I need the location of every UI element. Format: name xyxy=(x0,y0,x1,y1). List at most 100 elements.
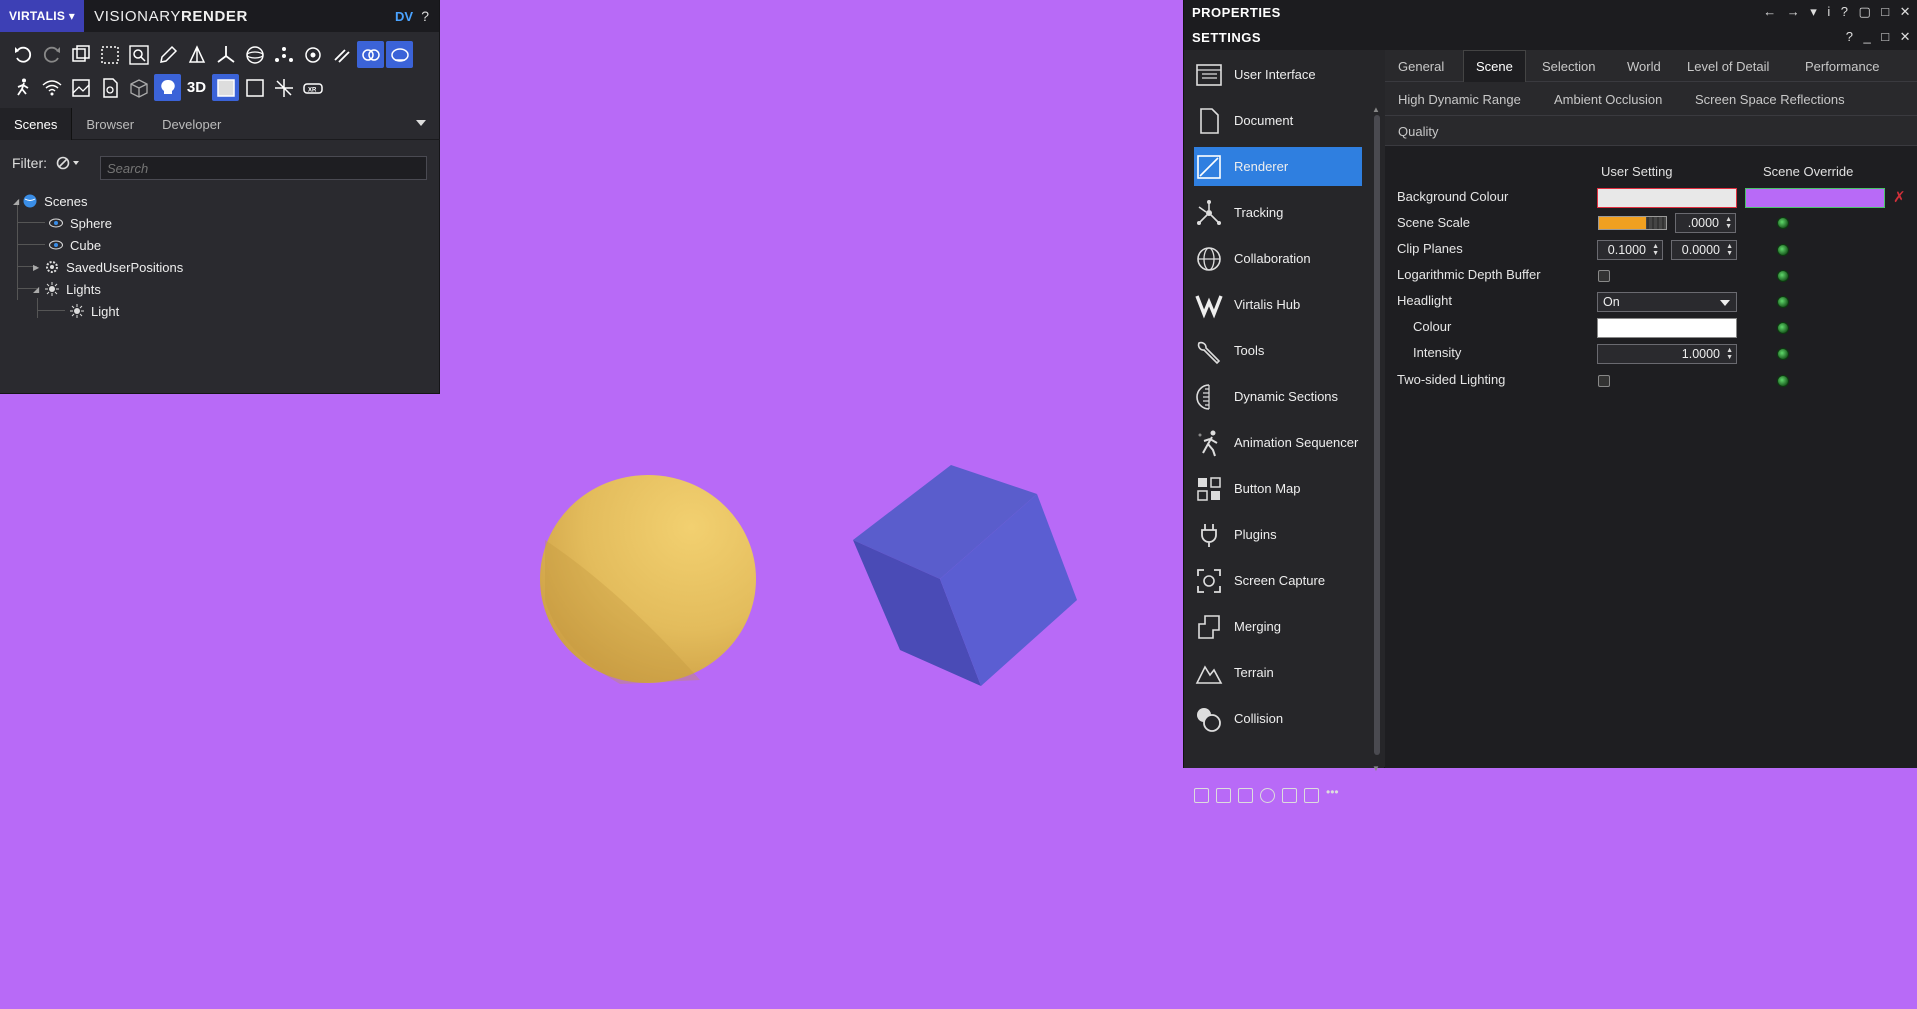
background-override-swatch[interactable] xyxy=(1745,188,1885,208)
axis-icon[interactable] xyxy=(212,41,239,68)
tree-node-lights[interactable]: ◢ Lights xyxy=(33,278,101,300)
sidebar-item-plugins[interactable]: Plugins xyxy=(1194,515,1362,554)
fit-icon[interactable] xyxy=(1304,788,1319,803)
sidebar-item-tools[interactable]: Tools xyxy=(1194,331,1362,370)
search-input[interactable] xyxy=(100,156,427,180)
edit-icon[interactable] xyxy=(154,41,181,68)
back-button[interactable]: ← xyxy=(1763,4,1777,20)
frame-icon[interactable] xyxy=(1282,788,1297,803)
tab-performance[interactable]: Performance xyxy=(1793,50,1891,82)
walk-icon[interactable] xyxy=(9,74,36,101)
select-box-icon[interactable] xyxy=(96,41,123,68)
link-icon[interactable] xyxy=(328,41,355,68)
sidebar-item-virtalis-hub[interactable]: Virtalis Hub xyxy=(1194,285,1362,324)
close-button[interactable]: ✕ xyxy=(1900,4,1911,20)
tab-scene[interactable]: Scene xyxy=(1463,50,1526,82)
maximize-button[interactable]: □ xyxy=(1881,29,1889,45)
tab-developer[interactable]: Developer xyxy=(148,108,235,140)
restore-button[interactable]: ▢ xyxy=(1858,4,1871,20)
tab-world[interactable]: World xyxy=(1615,50,1673,82)
square-icon[interactable] xyxy=(241,74,268,101)
scroll-down-icon[interactable]: ▼ xyxy=(1372,764,1380,773)
visible-eye-icon[interactable] xyxy=(48,215,64,231)
forward-button[interactable]: → xyxy=(1787,4,1801,20)
clip-near-input[interactable]: 0.1000 ▲ ▼ xyxy=(1597,240,1663,260)
tree-node-saved-positions[interactable]: ▶ SavedUserPositions xyxy=(33,256,183,278)
tab-scenes[interactable]: Scenes xyxy=(0,108,73,140)
menu-button[interactable]: ▾ xyxy=(1810,4,1817,20)
box-icon[interactable] xyxy=(125,74,152,101)
tab-ambient-occlusion[interactable]: Ambient Occlusion xyxy=(1554,82,1662,116)
log-depth-checkbox[interactable] xyxy=(1598,270,1610,282)
sidebar-item-tracking[interactable]: Tracking xyxy=(1194,193,1362,232)
two-sided-override-toggle[interactable] xyxy=(1777,375,1789,387)
duplicate-icon[interactable] xyxy=(1238,788,1253,803)
undo-icon[interactable] xyxy=(9,41,36,68)
image-icon[interactable] xyxy=(67,74,94,101)
sidebar-item-user-interface[interactable]: User Interface xyxy=(1194,55,1362,94)
tab-general[interactable]: General xyxy=(1386,50,1456,82)
hierarchy-icon[interactable] xyxy=(183,41,210,68)
sidebar-scrollbar[interactable] xyxy=(1374,115,1380,755)
list-icon[interactable] xyxy=(1216,788,1231,803)
redo-icon[interactable] xyxy=(38,41,65,68)
headlight-colour-override-toggle[interactable] xyxy=(1777,322,1789,334)
headlight-override-toggle[interactable] xyxy=(1777,296,1789,308)
help-button[interactable]: ? xyxy=(421,8,429,24)
sidebar-item-button-map[interactable]: Button Map xyxy=(1194,469,1362,508)
more-icon[interactable]: ••• xyxy=(1326,786,1341,803)
intensity-input[interactable]: 1.0000 ▲ ▼ xyxy=(1597,344,1737,364)
move-icon[interactable] xyxy=(270,74,297,101)
tree-node-cube[interactable]: Cube xyxy=(48,234,101,256)
dv-badge[interactable]: DV xyxy=(395,9,413,24)
help-button[interactable]: ? xyxy=(1846,29,1854,45)
tab-screen-space-reflections[interactable]: Screen Space Reflections xyxy=(1695,82,1845,116)
wifi-icon[interactable] xyxy=(38,74,65,101)
add-icon[interactable] xyxy=(1194,788,1209,803)
visible-eye-icon[interactable] xyxy=(48,237,64,253)
filter-clear-icon[interactable] xyxy=(55,155,83,171)
tab-quality[interactable]: Quality xyxy=(1398,116,1438,146)
sphere-icon[interactable] xyxy=(241,41,268,68)
tab-level-of-detail[interactable]: Level of Detail xyxy=(1675,50,1781,82)
3d-mode-button[interactable]: 3D xyxy=(183,74,210,101)
headlight-colour-swatch[interactable] xyxy=(1597,318,1737,338)
tabs-dropdown-icon[interactable] xyxy=(416,120,426,126)
tree-node-scenes[interactable]: ◢ Scenes xyxy=(13,190,88,212)
sidebar-item-animation-sequencer[interactable]: Animation Sequencer xyxy=(1194,423,1362,462)
collision-icon[interactable] xyxy=(357,41,384,68)
maximize-button[interactable]: □ xyxy=(1881,4,1889,20)
two-sided-lighting-checkbox[interactable] xyxy=(1598,375,1610,387)
target-icon[interactable] xyxy=(386,41,413,68)
document-icon[interactable] xyxy=(96,74,123,101)
sidebar-item-document[interactable]: Document xyxy=(1194,101,1362,140)
nodes-icon[interactable] xyxy=(270,41,297,68)
headlight-select[interactable]: On xyxy=(1597,292,1737,312)
scene-scale-slider[interactable] xyxy=(1598,216,1667,230)
scene-scale-override-toggle[interactable] xyxy=(1777,217,1789,229)
scroll-up-icon[interactable]: ▲ xyxy=(1372,105,1380,114)
cube-object[interactable] xyxy=(853,465,1077,686)
refresh-icon[interactable] xyxy=(1260,788,1275,803)
copy-icon[interactable] xyxy=(67,41,94,68)
tree-node-light[interactable]: Light xyxy=(69,300,119,322)
help-button[interactable]: ? xyxy=(1841,4,1849,20)
zoom-icon[interactable] xyxy=(125,41,152,68)
light-icon[interactable] xyxy=(154,74,181,101)
sidebar-item-renderer[interactable]: Renderer xyxy=(1194,147,1362,186)
vr-icon[interactable]: XR xyxy=(299,74,326,101)
brand-menu[interactable]: VIRTALIS ▾ xyxy=(0,0,85,32)
clip-planes-override-toggle[interactable] xyxy=(1777,244,1789,256)
sidebar-item-screen-capture[interactable]: Screen Capture xyxy=(1194,561,1362,600)
sphere-object[interactable] xyxy=(540,475,756,684)
tab-high-dynamic-range[interactable]: High Dynamic Range xyxy=(1398,82,1521,116)
close-button[interactable]: ✕ xyxy=(1900,29,1911,45)
background-colour-swatch[interactable] xyxy=(1597,188,1737,208)
scene-scale-input[interactable]: .0000 ▲ ▼ xyxy=(1675,213,1736,233)
tab-selection[interactable]: Selection xyxy=(1530,50,1607,82)
info-button[interactable]: i xyxy=(1827,4,1830,20)
clip-far-input[interactable]: 0.0000 ▲ ▼ xyxy=(1671,240,1737,260)
sidebar-item-dynamic-sections[interactable]: Dynamic Sections xyxy=(1194,377,1362,416)
sidebar-item-merging[interactable]: Merging xyxy=(1194,607,1362,646)
clear-override-icon[interactable]: ✗ xyxy=(1893,188,1906,206)
